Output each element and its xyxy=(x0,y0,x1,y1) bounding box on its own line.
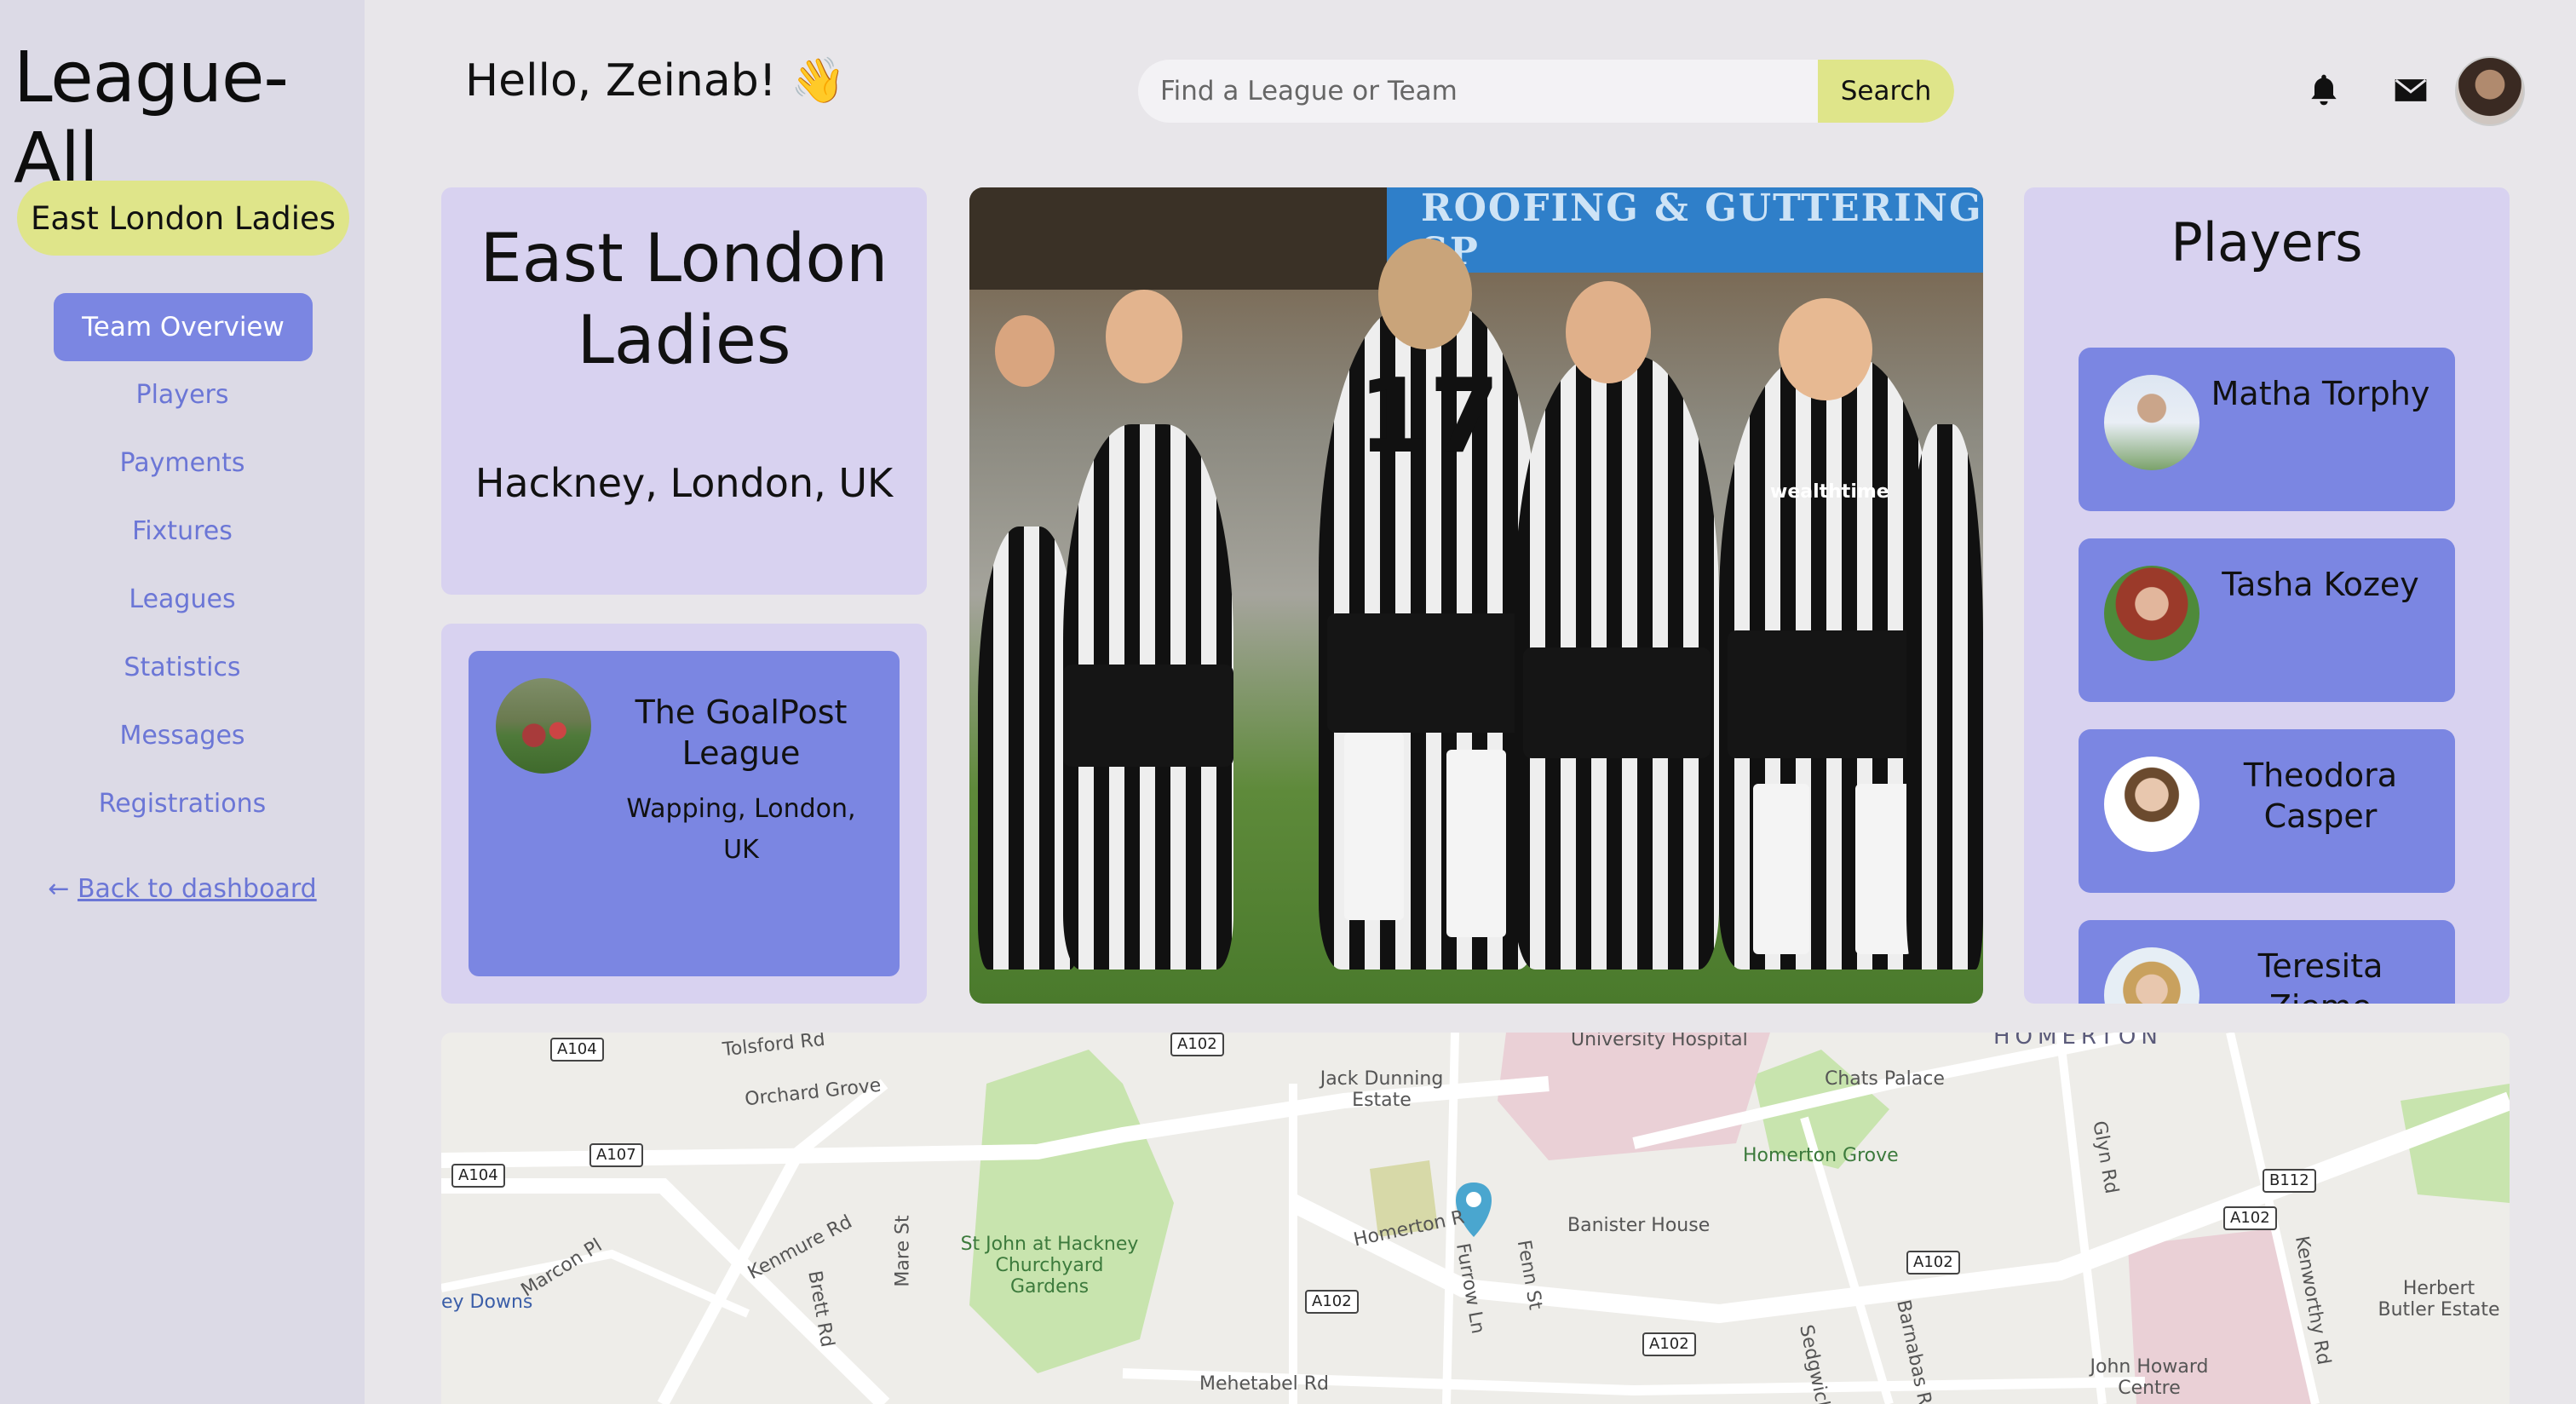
map-label: Chats Palace xyxy=(1825,1068,1945,1090)
road-badge: A102 xyxy=(1906,1251,1960,1275)
map-label: St John at Hackney Churchyard Gardens xyxy=(960,1234,1139,1298)
photo-sock xyxy=(1344,733,1404,920)
players-title: Players xyxy=(2171,211,2363,273)
player-name: Teresita Zieme xyxy=(2257,947,2383,1004)
current-team-pill[interactable]: East London Ladies xyxy=(17,181,349,256)
sidebar: League-All East London Ladies Team Overv… xyxy=(0,0,365,1404)
sidebar-item-leagues[interactable]: Leagues xyxy=(0,584,365,614)
photo-player-head xyxy=(1378,239,1472,349)
road-badge: A102 xyxy=(1170,1033,1224,1056)
road-badge: A102 xyxy=(1642,1332,1696,1356)
team-name: East London Ladies xyxy=(480,221,888,379)
sidebar-item-fixtures[interactable]: Fixtures xyxy=(0,516,365,546)
bell-icon[interactable] xyxy=(2305,72,2343,109)
photo-sock xyxy=(1855,784,1912,954)
player-avatar xyxy=(2104,947,2199,1004)
map-label: HOMERTON xyxy=(1993,1033,2163,1050)
app-logo[interactable]: League-All xyxy=(14,37,365,199)
shirt-sponsor: wealthtime xyxy=(1770,481,1889,503)
player-avatar xyxy=(2104,566,2199,661)
road-badge: A102 xyxy=(1305,1290,1359,1314)
search-bar: Search xyxy=(1138,60,1954,123)
map-label: Jack Dunning Estate xyxy=(1320,1068,1444,1111)
map-label: Mare St xyxy=(892,1215,914,1287)
sidebar-item-registrations[interactable]: Registrations xyxy=(0,789,365,819)
back-to-dashboard-link[interactable]: ← Back to dashboard xyxy=(0,874,365,904)
photo-player xyxy=(1906,424,1983,970)
map-label: University Hospital xyxy=(1571,1033,1748,1050)
player-avatar xyxy=(2104,375,2199,470)
league-card[interactable]: The GoalPost League Wapping, London, UK xyxy=(469,651,900,976)
search-input[interactable] xyxy=(1138,60,1818,123)
photo-shorts xyxy=(1523,647,1711,758)
league-location: Wapping, London, UK xyxy=(626,794,856,865)
photo-player-head xyxy=(995,315,1055,387)
road-badge: B112 xyxy=(2263,1169,2316,1193)
players-list: Matha Torphy Tasha Kozey Theodora Casper… xyxy=(2024,341,2510,1004)
photo-shorts xyxy=(1063,665,1233,767)
player-avatar xyxy=(2104,757,2199,852)
team-photo: ROOFING & GUTTERING SP 17 wealthtime xyxy=(969,187,1983,1004)
road-badge: A107 xyxy=(589,1143,643,1167)
league-name: The GoalPost League xyxy=(635,693,848,772)
photo-sock xyxy=(1446,750,1506,937)
user-avatar[interactable] xyxy=(2455,56,2525,126)
league-avatar xyxy=(496,678,591,774)
sidebar-item-players[interactable]: Players xyxy=(0,380,365,410)
player-name: Matha Torphy xyxy=(2211,375,2430,412)
back-to-dashboard-label: Back to dashboard xyxy=(77,874,317,904)
player-card[interactable]: Matha Torphy xyxy=(2079,348,2455,511)
road-badge: A104 xyxy=(550,1038,604,1062)
photo-player-head xyxy=(1106,290,1182,383)
arrow-left-icon: ← xyxy=(48,874,70,904)
player-card[interactable]: Theodora Casper xyxy=(2079,729,2455,893)
photo-stand xyxy=(969,187,1387,290)
sidebar-item-statistics[interactable]: Statistics xyxy=(0,653,365,682)
sidebar-item-payments[interactable]: Payments xyxy=(0,448,365,478)
player-card[interactable]: Teresita Zieme xyxy=(2079,920,2455,1004)
photo-shorts xyxy=(1327,613,1532,733)
road-badge: A104 xyxy=(451,1164,505,1188)
map-label: Homerton Grove xyxy=(1743,1145,1899,1166)
photo-banner: ROOFING & GUTTERING SP xyxy=(1387,187,1983,273)
photo-player-head xyxy=(1566,281,1651,383)
greeting: Hello, Zeinab! 👋 xyxy=(465,55,846,106)
road-badge: A102 xyxy=(2223,1206,2277,1230)
map-label: ey Downs xyxy=(441,1292,533,1313)
photo-sock xyxy=(1753,784,1809,954)
map-label: Mehetabel Rd xyxy=(1199,1373,1329,1395)
player-name: Theodora Casper xyxy=(2243,757,2398,835)
team-location: Hackney, London, UK xyxy=(474,460,894,506)
map-label: Herbert Butler Estate xyxy=(2378,1278,2500,1321)
photo-player-head xyxy=(1779,298,1872,400)
sidebar-item-team-overview[interactable]: Team Overview xyxy=(54,293,313,361)
sidebar-item-messages[interactable]: Messages xyxy=(0,721,365,751)
team-location-map[interactable]: A104 A102 A107 A104 A102 A102 A102 A102 … xyxy=(441,1033,2510,1404)
player-card[interactable]: Tasha Kozey xyxy=(2079,538,2455,702)
player-name: Tasha Kozey xyxy=(2222,566,2419,603)
map-label: John Howard Centre xyxy=(2090,1356,2209,1399)
photo-shorts xyxy=(1728,630,1932,758)
search-button[interactable]: Search xyxy=(1818,60,1954,123)
map-label: Banister House xyxy=(1567,1215,1711,1236)
shirt-number: 17 xyxy=(1358,358,1500,476)
mail-icon[interactable] xyxy=(2392,72,2429,109)
